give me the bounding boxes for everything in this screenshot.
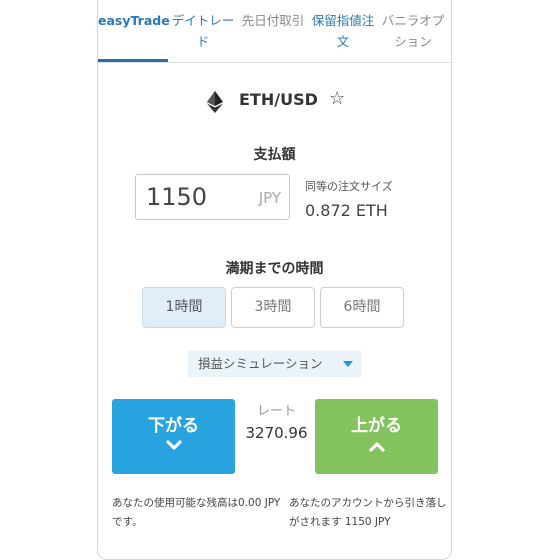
payment-input[interactable]: 1150 JPY: [135, 174, 290, 220]
equivalent-size-value: 0.872 ETH: [305, 201, 388, 220]
tab-bar: easyTrade デイトレード 先日付取引 保留指値注文 バニラオプション: [98, 0, 451, 63]
profit-simulation-toggle[interactable]: 損益シミュレーション: [188, 351, 361, 377]
equivalent-size-label: 同等の注文サイズ: [305, 180, 393, 193]
expiry-option-3h[interactable]: 3時間: [231, 287, 315, 328]
active-tab-indicator: [98, 59, 168, 62]
payment-value: 1150: [146, 183, 208, 211]
rate-label: レート: [256, 404, 296, 419]
balance-note: あなたの使用可能な残高は0.00 JPYです。: [112, 497, 281, 528]
debit-note: あなたのアカウントから引き落しがされます 1150 JPY: [289, 497, 447, 528]
tab-forward[interactable]: 先日付取引: [238, 10, 308, 31]
simulation-label: 損益シミュレーション: [198, 356, 323, 371]
up-button[interactable]: 上がる: [315, 399, 438, 474]
payment-unit: JPY: [258, 189, 281, 207]
tab-easytrade[interactable]: easyTrade: [98, 10, 170, 31]
payment-heading: 支払額: [253, 147, 296, 163]
chevron-down-icon: [166, 440, 182, 450]
expiry-option-1h[interactable]: 1時間: [142, 287, 226, 328]
favorite-star-icon[interactable]: ☆: [329, 88, 345, 109]
ethereum-icon: [207, 91, 223, 113]
trade-panel: easyTrade デイトレード 先日付取引 保留指値注文 バニラオプション E…: [97, 0, 452, 560]
chevron-up-icon: [369, 442, 385, 452]
tab-daytrade[interactable]: デイトレード: [168, 10, 238, 52]
caret-down-icon: [343, 361, 353, 367]
down-label: 下がる: [148, 416, 199, 436]
down-button[interactable]: 下がる: [112, 399, 235, 474]
expiry-option-6h[interactable]: 6時間: [320, 287, 404, 328]
symbol-row: ETH/USD ☆: [98, 88, 451, 114]
tab-vanilla-option[interactable]: バニラオプション: [378, 10, 448, 52]
symbol-name: ETH/USD: [239, 90, 318, 109]
up-label: 上がる: [351, 416, 402, 436]
rate-value: 3270.96: [245, 424, 308, 442]
tab-pending-limit[interactable]: 保留指値注文: [308, 10, 378, 52]
expiry-heading: 満期までの時間: [225, 261, 324, 277]
